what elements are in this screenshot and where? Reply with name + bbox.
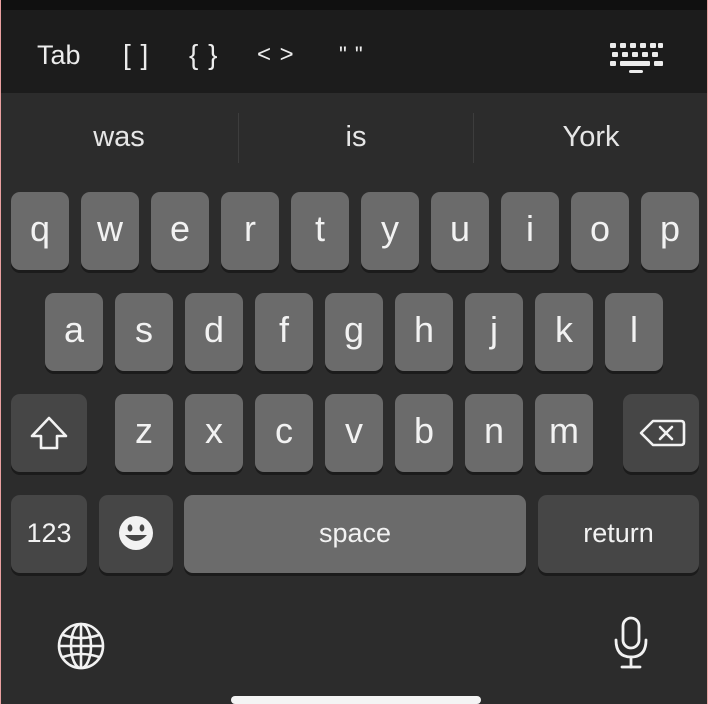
microphone-icon[interactable]	[609, 614, 653, 674]
key-k[interactable]: k	[535, 293, 593, 371]
backspace-icon	[639, 419, 686, 447]
key-z[interactable]: z	[115, 394, 173, 472]
key-v[interactable]: v	[325, 394, 383, 472]
key-b[interactable]: b	[395, 394, 453, 472]
braces-key[interactable]: { }	[189, 38, 218, 72]
key-u[interactable]: u	[431, 192, 489, 270]
suggestion-divider	[473, 113, 474, 163]
key-g[interactable]: g	[325, 293, 383, 371]
keyboard-accessory-bar: Tab [ ] { } < > " "	[1, 10, 707, 93]
keyboard-dismiss-icon[interactable]	[607, 40, 665, 76]
globe-icon[interactable]	[55, 620, 107, 672]
delete-key[interactable]	[623, 394, 699, 472]
key-i[interactable]: i	[501, 192, 559, 270]
key-m[interactable]: m	[535, 394, 593, 472]
key-d[interactable]: d	[185, 293, 243, 371]
key-c[interactable]: c	[255, 394, 313, 472]
key-o[interactable]: o	[571, 192, 629, 270]
key-s[interactable]: s	[115, 293, 173, 371]
key-a[interactable]: a	[45, 293, 103, 371]
key-p[interactable]: p	[641, 192, 699, 270]
suggestion-item[interactable]: is	[239, 119, 473, 155]
suggestion-bar: was is York	[1, 93, 707, 183]
tab-key[interactable]: Tab	[37, 38, 81, 72]
key-n[interactable]: n	[465, 394, 523, 472]
key-x[interactable]: x	[185, 394, 243, 472]
key-w[interactable]: w	[81, 192, 139, 270]
key-j[interactable]: j	[465, 293, 523, 371]
key-e[interactable]: e	[151, 192, 209, 270]
shift-icon	[30, 416, 68, 450]
key-l[interactable]: l	[605, 293, 663, 371]
suggestion-item[interactable]: was	[1, 119, 237, 155]
emoji-icon	[119, 516, 153, 550]
suggestion-item[interactable]: York	[475, 119, 707, 155]
home-indicator[interactable]	[231, 696, 481, 704]
emoji-key[interactable]	[99, 495, 173, 573]
quotes-key[interactable]: " "	[339, 38, 364, 72]
return-key[interactable]: return	[538, 495, 699, 573]
angle-brackets-key[interactable]: < >	[257, 38, 295, 72]
key-y[interactable]: y	[361, 192, 419, 270]
space-key[interactable]: space	[184, 495, 526, 573]
numbers-key[interactable]: 123	[11, 495, 87, 573]
brackets-key[interactable]: [ ]	[123, 38, 149, 72]
key-t[interactable]: t	[291, 192, 349, 270]
keyboard-screen: Tab [ ] { } < > " " was is York q w e r …	[0, 0, 708, 704]
shift-key[interactable]	[11, 394, 87, 472]
key-q[interactable]: q	[11, 192, 69, 270]
key-h[interactable]: h	[395, 293, 453, 371]
key-f[interactable]: f	[255, 293, 313, 371]
key-r[interactable]: r	[221, 192, 279, 270]
